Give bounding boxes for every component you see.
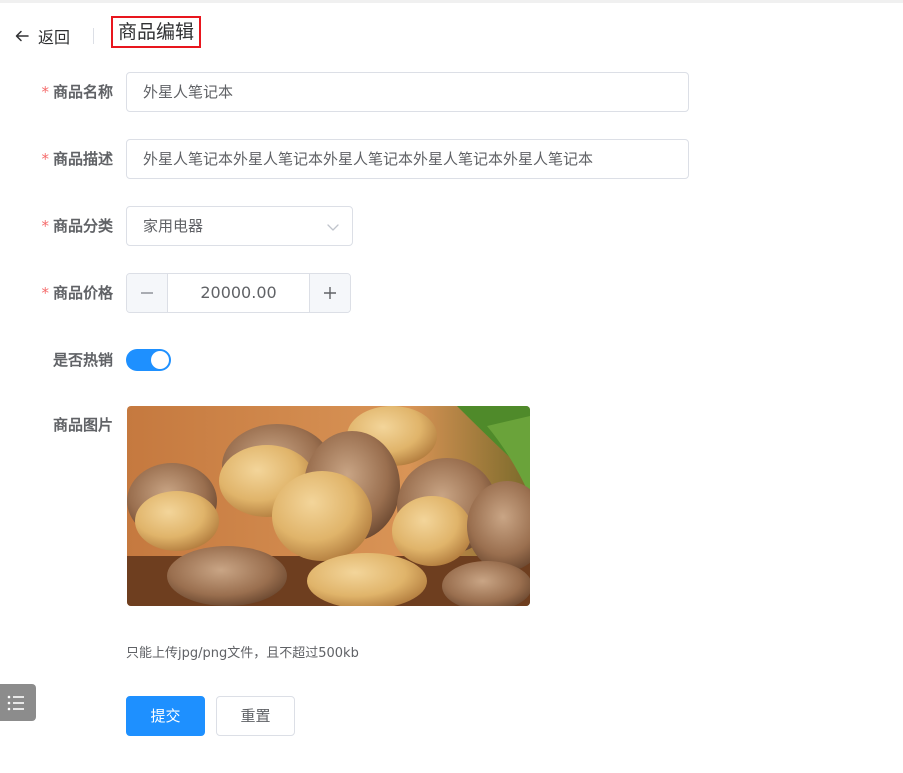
required-mark: * [41, 83, 49, 101]
required-mark: * [41, 150, 49, 168]
price-label: * 商品价格 [41, 284, 113, 302]
image-label: 商品图片 [52, 416, 113, 434]
back-label: 返回 [38, 28, 71, 47]
name-input[interactable]: 外星人笔记本 [126, 72, 689, 112]
hot-sale-switch[interactable] [126, 349, 171, 371]
minus-icon [141, 292, 153, 294]
hot-sale-label: 是否热销 [52, 351, 113, 369]
header-divider [93, 28, 94, 44]
product-image[interactable] [127, 406, 530, 606]
back-button[interactable]: 返回 [14, 25, 70, 47]
submit-button[interactable]: 提交 [126, 696, 205, 736]
description-input[interactable]: 外星人笔记本外星人笔记本外星人笔记本外星人笔记本外星人笔记本 [126, 139, 689, 179]
chevron-down-icon [327, 224, 339, 231]
plus-icon [324, 287, 336, 299]
page-title: 商品编辑 [111, 16, 202, 48]
category-select[interactable]: 家用电器 [126, 206, 353, 246]
required-mark: * [41, 284, 49, 302]
top-border [0, 0, 903, 3]
reset-button[interactable]: 重置 [216, 696, 295, 736]
upload-tip: 只能上传jpg/png文件，且不超过500kb [126, 646, 359, 661]
switch-knob [151, 351, 169, 369]
list-icon [7, 695, 24, 710]
category-selected-value: 家用电器 [143, 217, 204, 235]
decrease-button[interactable] [127, 274, 168, 312]
arrow-left-icon [15, 30, 29, 42]
description-label: * 商品描述 [41, 150, 113, 168]
increase-button[interactable] [309, 274, 350, 312]
required-mark: * [41, 217, 49, 235]
price-stepper[interactable]: 20000.00 [126, 273, 351, 313]
category-label: * 商品分类 [41, 217, 113, 235]
name-label: * 商品名称 [41, 83, 113, 101]
floating-menu-button[interactable] [0, 684, 36, 721]
price-input[interactable]: 20000.00 [168, 274, 309, 312]
